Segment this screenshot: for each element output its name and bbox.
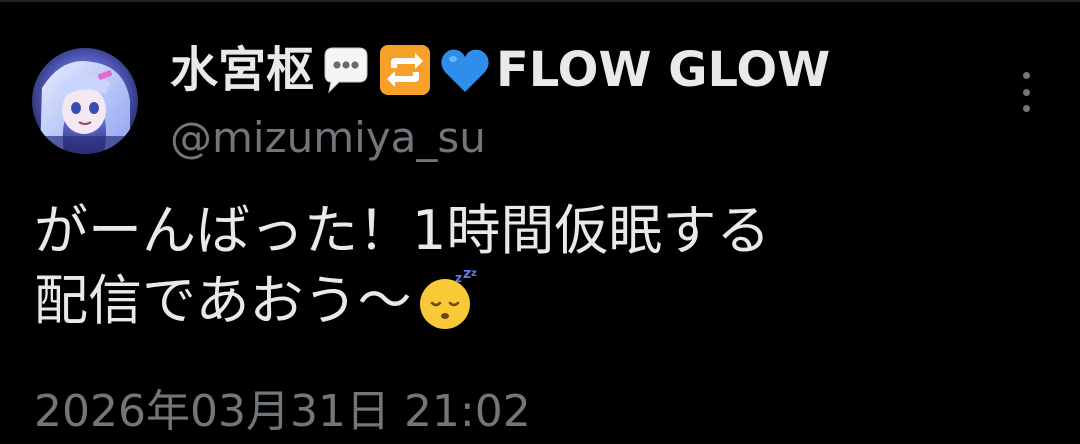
tweet-text-line-2: 配信であおう〜 [34, 269, 412, 332]
more-dot [1022, 105, 1030, 112]
svg-text:z: z [471, 268, 477, 279]
timestamp[interactable]: 2026年03月31日 21:02 [34, 382, 531, 442]
display-name-suffix: FLOW GLOW [496, 42, 831, 98]
blue-heart-icon [437, 42, 493, 98]
avatar[interactable] [32, 48, 138, 154]
tweet-text: がーんばった！1時間仮眠する 配信であおう〜 z z z [34, 196, 1034, 336]
speech-balloon-icon [317, 42, 373, 98]
more-dots-icon [1022, 72, 1030, 79]
display-name-text: 水宮枢 [170, 42, 315, 98]
more-options-button[interactable] [1008, 72, 1044, 112]
repeat-icon [377, 42, 433, 98]
sleeping-face-icon: z z z [415, 268, 479, 332]
svg-text:z: z [455, 271, 462, 285]
tweet-card[interactable]: 水宮枢 FLOW GLOW @mizumiya_su がーんばった！1時間仮眠す… [0, 0, 1080, 444]
tweet-text-line-2-wrapper: 配信であおう〜 z z z [34, 266, 1034, 336]
user-handle[interactable]: @mizumiya_su [170, 110, 486, 166]
svg-text:z: z [463, 268, 471, 282]
more-dot [1022, 88, 1030, 96]
tweet-text-line-1: がーんばった！1時間仮眠する [34, 199, 771, 262]
display-name[interactable]: 水宮枢 FLOW GLOW [170, 38, 830, 102]
